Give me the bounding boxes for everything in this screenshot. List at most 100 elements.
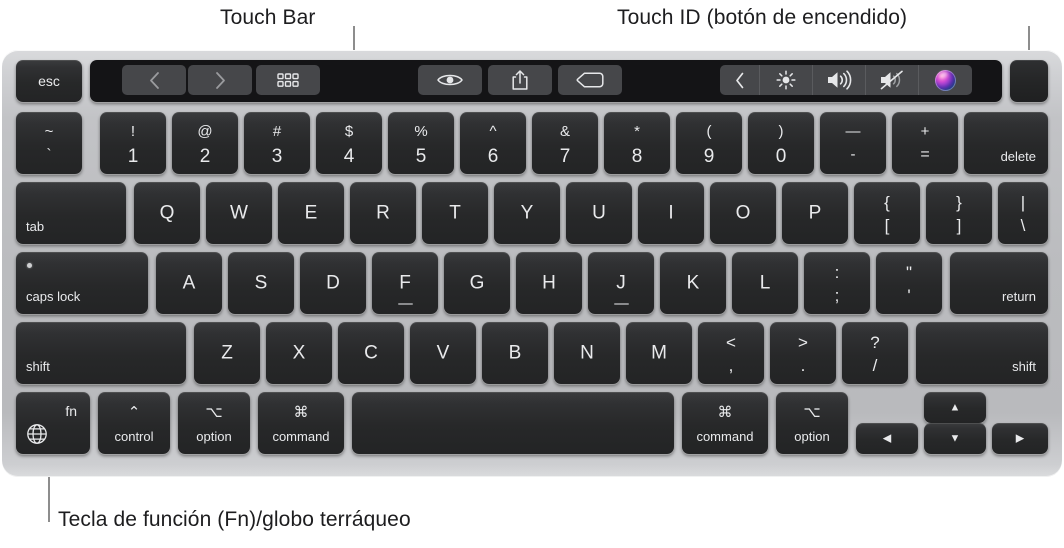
key-backslash[interactable]: | \ — [998, 182, 1048, 244]
key-option-left-label: option — [196, 429, 232, 444]
key-command-right[interactable]: ⌘ command — [682, 392, 768, 454]
key-h[interactable]: H — [516, 252, 582, 314]
key-control[interactable]: ⌃ control — [98, 392, 170, 454]
back-icon — [149, 71, 159, 89]
key-legend-top: > — [798, 333, 808, 353]
key-s[interactable]: S — [228, 252, 294, 314]
touchbar-mute-button[interactable] — [866, 65, 919, 95]
key-legend-bottom: ' — [907, 285, 911, 305]
key-n[interactable]: N — [554, 322, 620, 384]
option-symbol-icon: ⌥ — [803, 404, 821, 421]
key-bracket-left[interactable]: { [ — [854, 182, 920, 244]
key-legend: Z — [221, 342, 233, 364]
key-x[interactable]: X — [266, 322, 332, 384]
key-e[interactable]: E — [278, 182, 344, 244]
key-shift-left[interactable]: shift — [16, 322, 186, 384]
key-option-right-label: option — [794, 429, 830, 444]
key-return-label: return — [1002, 289, 1036, 304]
key-legend-bottom: - — [850, 145, 856, 163]
key-0[interactable]: ) 0 — [748, 112, 814, 174]
key-q[interactable]: Q — [134, 182, 200, 244]
key-2[interactable]: @ 2 — [172, 112, 238, 174]
key-legend: F — [399, 272, 411, 294]
touchbar-grid-button[interactable] — [256, 65, 320, 95]
key-quote[interactable]: " ' — [876, 252, 942, 314]
key-delete[interactable]: delete — [964, 112, 1048, 174]
key-l[interactable]: L — [732, 252, 798, 314]
key-legend-top: $ — [344, 123, 354, 141]
key-o[interactable]: O — [710, 182, 776, 244]
key-minus[interactable]: — - — [820, 112, 886, 174]
touch-bar[interactable] — [90, 60, 1002, 102]
arrow-left-icon: ◀ — [882, 432, 892, 444]
key-i[interactable]: I — [638, 182, 704, 244]
touchbar-volume-button[interactable] — [813, 65, 866, 95]
key-semicolon[interactable]: : ; — [804, 252, 870, 314]
key-arrow-down[interactable]: ▼ — [924, 423, 986, 454]
key-legend-top: ! — [130, 123, 136, 141]
key-6[interactable]: ^ 6 — [460, 112, 526, 174]
touchbar-share-button[interactable] — [488, 65, 552, 95]
key-backtick[interactable]: ~ ` — [16, 112, 82, 174]
key-c[interactable]: C — [338, 322, 404, 384]
key-1[interactable]: ! 1 — [100, 112, 166, 174]
key-w[interactable]: W — [206, 182, 272, 244]
key-legend-bottom: . — [800, 355, 806, 375]
key-4[interactable]: $ 4 — [316, 112, 382, 174]
key-esc[interactable]: esc — [16, 60, 82, 102]
key-return[interactable]: return — [950, 252, 1048, 314]
touchbar-brightness-button[interactable] — [760, 65, 813, 95]
key-arrow-up[interactable]: ▲ — [924, 392, 986, 423]
key-option-left[interactable]: ⌥ option — [178, 392, 250, 454]
key-7[interactable]: & 7 — [532, 112, 598, 174]
key-arrow-right[interactable]: ▶ — [992, 423, 1048, 454]
key-k[interactable]: K — [660, 252, 726, 314]
key-caps-lock[interactable]: caps lock — [16, 252, 148, 314]
key-space[interactable] — [352, 392, 674, 454]
key-z[interactable]: Z — [194, 322, 260, 384]
key-v[interactable]: V — [410, 322, 476, 384]
key-f[interactable]: F — [372, 252, 438, 314]
key-shift-right[interactable]: shift — [916, 322, 1048, 384]
key-3[interactable]: # 3 — [244, 112, 310, 174]
key-m[interactable]: M — [626, 322, 692, 384]
key-p[interactable]: P — [782, 182, 848, 244]
key-fn-globe[interactable]: fn — [16, 392, 90, 454]
key-bracket-right[interactable]: } ] — [926, 182, 992, 244]
key-b[interactable]: B — [482, 322, 548, 384]
key-5[interactable]: % 5 — [388, 112, 454, 174]
key-arrow-left[interactable]: ◀ — [856, 423, 918, 454]
key-equals[interactable]: + = — [892, 112, 958, 174]
key-legend-top: ~ — [44, 123, 54, 141]
key-shift-left-label: shift — [26, 359, 50, 374]
key-command-left[interactable]: ⌘ command — [258, 392, 344, 454]
key-y[interactable]: Y — [494, 182, 560, 244]
touchbar-preview-button[interactable] — [418, 65, 482, 95]
touchbar-siri-button[interactable] — [919, 65, 972, 95]
key-j[interactable]: J — [588, 252, 654, 314]
key-legend-top: # — [272, 123, 282, 141]
key-legend: U — [592, 202, 606, 224]
key-t[interactable]: T — [422, 182, 488, 244]
touchbar-expand-button[interactable] — [720, 65, 760, 95]
macbook-keyboard-diagram: Touch Bar Touch ID (botón de encendido) … — [0, 0, 1064, 548]
touchbar-tag-button[interactable] — [558, 65, 622, 95]
key-r[interactable]: R — [350, 182, 416, 244]
touchbar-back-button[interactable] — [122, 65, 186, 95]
key-comma[interactable]: < , — [698, 322, 764, 384]
key-u[interactable]: U — [566, 182, 632, 244]
touchbar-forward-button[interactable] — [188, 65, 252, 95]
key-8[interactable]: * 8 — [604, 112, 670, 174]
keyboard-chassis: esc ~ ` ! 1 @ 2 # 3 $ 4 % 5 ^ 6 & 7 * 8 … — [2, 50, 1062, 477]
key-touch-id[interactable] — [1010, 60, 1048, 102]
key-period[interactable]: > . — [770, 322, 836, 384]
key-9[interactable]: ( 9 — [676, 112, 742, 174]
touchbar-control-strip[interactable] — [720, 65, 972, 95]
key-d[interactable]: D — [300, 252, 366, 314]
key-slash[interactable]: ? / — [842, 322, 908, 384]
key-option-right[interactable]: ⌥ option — [776, 392, 848, 454]
key-g[interactable]: G — [444, 252, 510, 314]
key-a[interactable]: A — [156, 252, 222, 314]
key-legend: E — [304, 202, 318, 224]
key-tab[interactable]: tab — [16, 182, 126, 244]
